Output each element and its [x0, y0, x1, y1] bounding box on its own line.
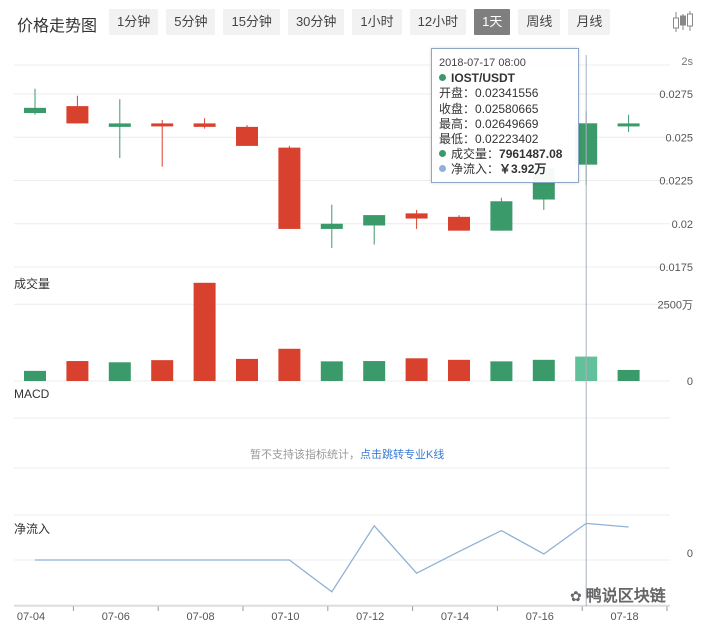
volume-bar [405, 358, 428, 381]
volume-bar [66, 361, 89, 381]
candle-body [617, 123, 640, 127]
price-tick-label: 0.025 [665, 132, 693, 144]
price-tick-label: 0.0275 [659, 89, 693, 101]
price-tick-label: 0.02 [672, 219, 693, 231]
close-label: 收盘： [439, 101, 476, 116]
chart-header: 价格走势图 1分钟 5分钟 15分钟 30分钟 1小时 12小时 1天 周线 月… [0, 0, 710, 46]
volume-bar [532, 359, 555, 381]
volume-bar [151, 360, 174, 381]
price-tick-label: 0.0175 [659, 262, 693, 274]
candle-tooltip: 2018-07-17 08:00 IOST/USDT 开盘：0.02341556… [431, 48, 579, 183]
candle-body [320, 223, 343, 229]
wechat-icon: ✿ [570, 588, 582, 604]
tooltip-high-row: 最高：0.02649669 [439, 117, 578, 132]
tab-5min[interactable]: 5分钟 [166, 9, 216, 35]
interval-tabs: 1分钟 5分钟 15分钟 30分钟 1小时 12小时 1天 周线 月线 [109, 9, 618, 35]
volume-tick-label: 0 [687, 376, 693, 388]
volume-value: 7961487.08 [499, 147, 563, 162]
pro-kline-link[interactable]: 点击跳转专业K线 [360, 449, 444, 461]
open-label: 开盘： [439, 86, 476, 101]
candle-body [66, 106, 89, 124]
tooltip-date: 2018-07-17 08:00 [439, 57, 526, 69]
date-tick-label: 07-18 [611, 611, 639, 623]
netflow-dot-icon [439, 165, 446, 173]
high-value: 0.02649669 [475, 116, 539, 131]
volume-bar [108, 362, 131, 381]
date-tick-label: 07-12 [356, 611, 384, 623]
volume-axis: 2500万 0 [658, 299, 693, 388]
date-tick-label: 07-04 [17, 611, 45, 623]
tab-1min[interactable]: 1分钟 [109, 9, 159, 35]
tooltip-close-row: 收盘：0.02580665 [439, 102, 578, 117]
netflow-label: 净流入： [451, 162, 500, 177]
price-tick-label: 0.0225 [659, 176, 693, 188]
netflow-line [35, 522, 629, 593]
candle-body [363, 215, 386, 226]
date-tick-label: 07-14 [441, 611, 469, 623]
candlestick-icon[interactable] [670, 10, 696, 34]
candle-body [193, 123, 216, 127]
macd-panel-title: MACD [14, 387, 50, 401]
tooltip-low-row: 最低：0.02223402 [439, 132, 578, 147]
netflow-panel-title: 净流入 [14, 522, 50, 536]
date-tick-label: 07-10 [271, 611, 299, 623]
date-tick-label: 07-16 [526, 611, 554, 623]
candle-body [278, 147, 301, 229]
volume-bar [24, 370, 46, 381]
tooltip-netflow-row: 净流入：￥3.92万 [439, 162, 578, 177]
volume-panel-title: 成交量 [14, 276, 50, 291]
macd-message-text: 暂不支持该指标统计， [250, 449, 360, 461]
volume-bar [320, 361, 343, 381]
macd-unsupported-message: 暂不支持该指标统计，点击跳转专业K线 [250, 446, 444, 462]
netflow-series-line [35, 522, 629, 593]
close-value: 0.02580665 [475, 101, 539, 116]
netflow-value: ￥3.92万 [499, 162, 547, 177]
tab-1day[interactable]: 1天 [474, 9, 511, 35]
volume-bars [24, 282, 640, 381]
candle-body [490, 201, 513, 231]
pair-dot-icon [439, 74, 446, 82]
page-title: 价格走势图 [17, 18, 98, 35]
candle-body [108, 123, 131, 127]
tooltip-pair: IOST/USDT [451, 71, 516, 86]
netflow-axis: 0 [687, 548, 693, 560]
watermark-text: 鸭说区块链 [585, 588, 666, 605]
open-value: 0.02341556 [475, 86, 539, 101]
netflow-tick-label: 0 [687, 548, 693, 560]
volume-tick-label: 2500万 [658, 299, 693, 311]
volume-bar [278, 348, 301, 381]
candle-body [151, 123, 174, 127]
candlestick-chart: 0.0275 0.025 0.0225 0.02 0.0175 2s 成交量 2500万 0… [14, 55, 693, 623]
volume-bar [236, 358, 258, 381]
volume-bar [448, 359, 470, 381]
tooltip-volume-row: 成交量：7961487.08 [439, 147, 578, 162]
volume-label: 成交量： [451, 147, 500, 162]
watermark: ✿ 鸭说区块链 [570, 582, 666, 606]
tab-1hour[interactable]: 1小时 [352, 9, 402, 35]
volume-bar [363, 361, 386, 381]
candle-body [236, 126, 258, 146]
tab-12hour[interactable]: 12小时 [409, 9, 467, 35]
volume-bar [193, 282, 216, 381]
tab-week[interactable]: 周线 [518, 9, 561, 35]
low-value: 0.02223402 [475, 132, 539, 147]
price-axis: 0.0275 0.025 0.0225 0.02 0.0175 2s [659, 56, 693, 274]
volume-bar [490, 361, 513, 381]
volume-dot-icon [439, 150, 446, 158]
volume-bar [617, 369, 640, 381]
low-label: 最低： [439, 132, 476, 147]
tab-15min[interactable]: 15分钟 [223, 9, 280, 35]
date-tick-label: 07-08 [187, 611, 215, 623]
date-axis: 07-04 07-06 07-08 07-10 07-12 07-14 07-16 07-18 [14, 605, 670, 623]
date-tick-label: 07-06 [102, 611, 130, 623]
tooltip-pair-row: IOST/USDT [439, 71, 578, 86]
price-corner-label: 2s [681, 56, 693, 68]
candle-body [405, 213, 428, 219]
tab-month[interactable]: 月线 [568, 9, 611, 35]
high-label: 最高： [439, 116, 476, 131]
candle-body [24, 107, 46, 114]
tooltip-open-row: 开盘：0.02341556 [439, 86, 578, 101]
candle-body [448, 216, 470, 231]
tab-30min[interactable]: 30分钟 [287, 9, 345, 35]
